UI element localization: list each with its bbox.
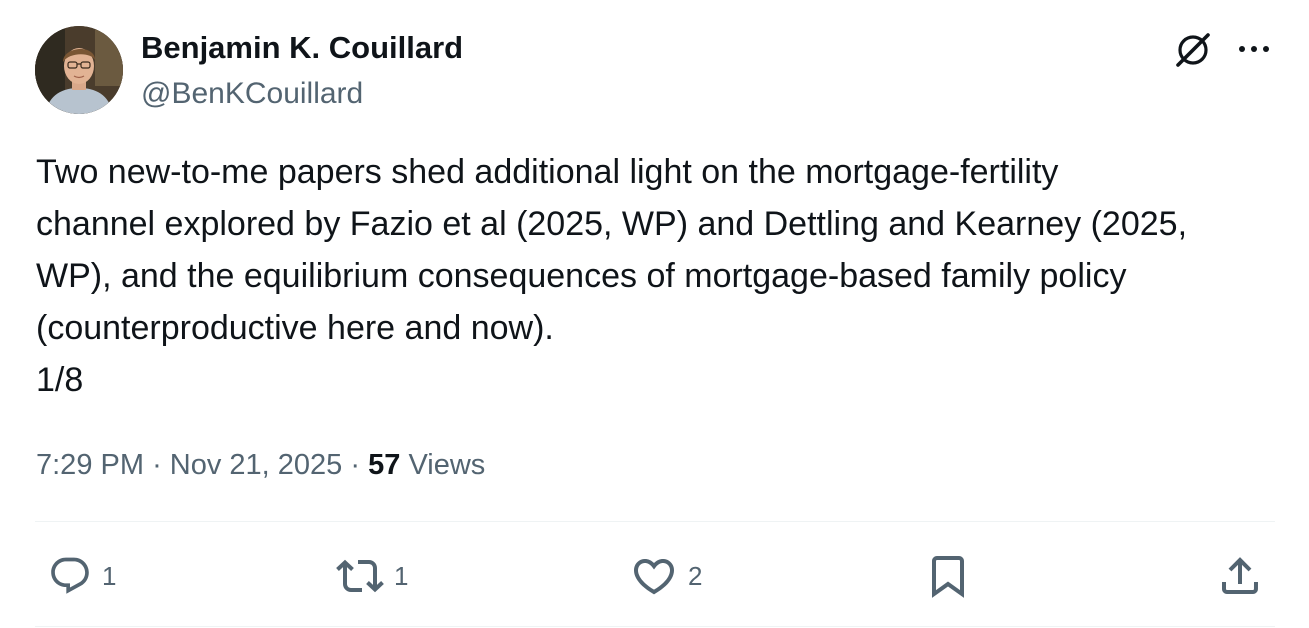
like-count: 2: [688, 560, 703, 591]
reply-button[interactable]: 1: [48, 552, 116, 600]
tweet-time[interactable]: 7:29 PM: [36, 449, 144, 481]
grok-icon[interactable]: [1170, 27, 1216, 73]
tweet-text-line: channel explored by Fazio et al (2025, W…: [36, 205, 1188, 243]
reply-count: 1: [102, 560, 117, 591]
retweet-count: 1: [394, 560, 409, 591]
views-count[interactable]: 57: [368, 449, 400, 481]
tweet-text-line: WP), and the equilibrium consequences of…: [36, 257, 1127, 295]
tweet-text: Two new-to-me papers shed additional lig…: [36, 146, 1276, 406]
tweet-text-line: (counterproductive here and now).: [36, 309, 554, 347]
more-horizontal-icon[interactable]: [1232, 27, 1276, 71]
tweet-date[interactable]: Nov 21, 2025: [170, 449, 343, 481]
tweet-text-line: Two new-to-me papers shed additional lig…: [36, 153, 1059, 191]
share-icon: [1216, 552, 1264, 600]
bookmark-icon: [924, 552, 972, 600]
divider: [35, 521, 1275, 522]
tweet-text-line: 1/8: [36, 361, 84, 399]
retweet-icon: [336, 552, 384, 600]
reply-icon: [48, 554, 92, 598]
heart-icon: [630, 552, 678, 600]
author-handle[interactable]: @BenKCouillard: [141, 74, 363, 114]
retweet-button[interactable]: 1: [336, 552, 408, 600]
share-button[interactable]: [1216, 552, 1264, 600]
bookmark-button[interactable]: [924, 552, 972, 600]
like-button[interactable]: 2: [630, 552, 702, 600]
divider: [35, 626, 1275, 627]
author-display-name[interactable]: Benjamin K. Couillard: [141, 28, 463, 68]
tweet-card: Benjamin K. Couillard @BenKCouillard Two…: [0, 0, 1309, 628]
avatar[interactable]: [35, 26, 123, 114]
meta-separator: ·: [350, 449, 361, 481]
views-label: Views: [408, 449, 486, 481]
meta-separator: ·: [152, 449, 162, 481]
tweet-meta: 7:29 PM · Nov 21, 2025 · 57 Views: [36, 445, 485, 485]
